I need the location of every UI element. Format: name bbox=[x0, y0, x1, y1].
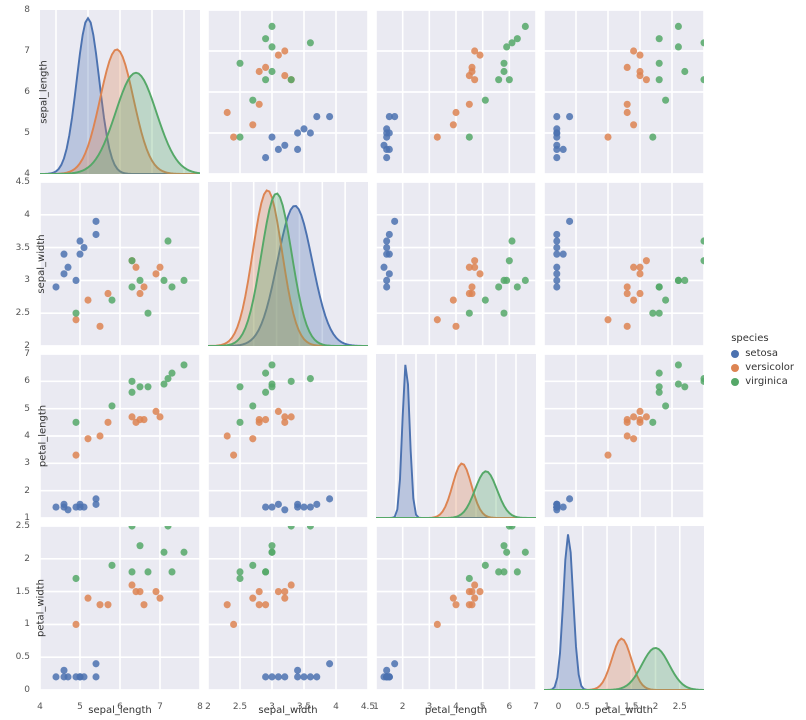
scatter-plot bbox=[40, 354, 200, 518]
scatter-plot bbox=[544, 182, 704, 346]
scatter-plot bbox=[544, 354, 704, 518]
x-tick: 4 bbox=[453, 702, 459, 712]
x-tick: 8 bbox=[197, 702, 203, 712]
panel-sepal_length-vs-petal_length bbox=[376, 10, 536, 174]
y-tick: 2.5 bbox=[16, 308, 30, 318]
kde-plot bbox=[208, 182, 368, 346]
legend-item-setosa: setosa bbox=[731, 348, 794, 359]
legend-item-virginica: virginica bbox=[731, 376, 794, 387]
y-tick: 2 bbox=[24, 554, 30, 564]
y-tick: 6 bbox=[24, 87, 30, 97]
legend-swatch-versicolor bbox=[731, 364, 739, 372]
x-tick: 2.5 bbox=[673, 702, 687, 712]
y-tick: 4 bbox=[24, 210, 30, 220]
y-tick: 3.5 bbox=[16, 243, 30, 253]
x-tick: 2.5 bbox=[233, 702, 247, 712]
scatter-plot bbox=[208, 354, 368, 518]
x-tick: 2 bbox=[653, 702, 659, 712]
panel-sepal_width-vs-petal_width bbox=[544, 182, 704, 346]
panel-sepal_length-vs-petal_width bbox=[544, 10, 704, 174]
pairplot-figure: sepal_length45678sepal_width22.533.544.5… bbox=[0, 0, 806, 720]
y-tick: 4.5 bbox=[16, 177, 30, 187]
scatter-plot bbox=[376, 526, 536, 690]
legend-swatch-virginica bbox=[731, 378, 739, 386]
x-tick: 6 bbox=[117, 702, 123, 712]
legend-item-versicolor: versicolor bbox=[731, 362, 794, 373]
y-tick: 5 bbox=[24, 128, 30, 138]
panel-petal_width-vs-sepal_length: petal_width00.511.522.5sepal_length45678 bbox=[40, 526, 200, 690]
x-tick: 2 bbox=[205, 702, 211, 712]
panel-petal_length-vs-sepal_width bbox=[208, 354, 368, 518]
panel-sepal_width-vs-sepal_length: sepal_width22.533.544.5 bbox=[40, 182, 200, 346]
y-tick: 4 bbox=[24, 431, 30, 441]
x-tick: 4 bbox=[333, 702, 339, 712]
legend-label: versicolor bbox=[745, 362, 794, 373]
scatter-plot bbox=[40, 526, 200, 690]
x-tick: 5 bbox=[77, 702, 83, 712]
scatter-plot bbox=[40, 182, 200, 346]
panel-petal_length-vs-petal_length bbox=[376, 354, 536, 518]
x-tick: 7 bbox=[157, 702, 163, 712]
kde-plot bbox=[544, 526, 704, 690]
y-tick: 3 bbox=[24, 458, 30, 468]
scatter-plot bbox=[208, 526, 368, 690]
x-tick: 3 bbox=[269, 702, 275, 712]
panel-petal_length-vs-petal_width bbox=[544, 354, 704, 518]
panel-petal_width-vs-petal_length: petal_length1234567 bbox=[376, 526, 536, 690]
y-tick: 2 bbox=[24, 486, 30, 496]
scatter-plot bbox=[376, 10, 536, 174]
y-axis-label: petal_length bbox=[38, 405, 49, 467]
y-tick: 0 bbox=[24, 685, 30, 695]
panel-sepal_width-vs-petal_length bbox=[376, 182, 536, 346]
y-tick: 6 bbox=[24, 376, 30, 386]
y-axis-label: petal_width bbox=[35, 579, 46, 637]
legend: species setosa versicolor virginica bbox=[731, 333, 794, 387]
y-tick: 1.5 bbox=[16, 587, 30, 597]
y-tick: 1 bbox=[24, 619, 30, 629]
y-tick: 7 bbox=[24, 46, 30, 56]
y-tick: 2.5 bbox=[16, 521, 30, 531]
y-tick: 0.5 bbox=[16, 652, 30, 662]
x-tick: 6 bbox=[506, 702, 512, 712]
x-tick: 0.5 bbox=[576, 702, 590, 712]
legend-title: species bbox=[731, 333, 794, 344]
legend-swatch-setosa bbox=[731, 350, 739, 358]
y-axis-label: sepal_width bbox=[36, 234, 47, 293]
scatter-plot bbox=[208, 10, 368, 174]
x-tick: 1 bbox=[604, 702, 610, 712]
panel-sepal_width-vs-sepal_width bbox=[208, 182, 368, 346]
legend-label: setosa bbox=[745, 348, 778, 359]
y-tick: 8 bbox=[24, 5, 30, 15]
scatter-plot bbox=[376, 182, 536, 346]
panel-sepal_length-vs-sepal_length: sepal_length45678 bbox=[40, 10, 200, 174]
pairplot-grid: sepal_length45678sepal_width22.533.544.5… bbox=[40, 10, 704, 690]
x-tick: 3 bbox=[426, 702, 432, 712]
x-tick: 5 bbox=[480, 702, 486, 712]
panel-sepal_length-vs-sepal_width bbox=[208, 10, 368, 174]
x-tick: 4 bbox=[37, 702, 43, 712]
kde-plot bbox=[376, 354, 536, 518]
y-tick: 5 bbox=[24, 404, 30, 414]
y-axis-label: sepal_length bbox=[38, 60, 49, 124]
y-tick: 7 bbox=[24, 349, 30, 359]
panel-petal_width-vs-sepal_width: sepal_width22.533.544.5 bbox=[208, 526, 368, 690]
x-tick: 1.5 bbox=[624, 702, 638, 712]
x-tick: 7 bbox=[533, 702, 539, 712]
legend-label: virginica bbox=[745, 376, 788, 387]
kde-plot bbox=[40, 10, 200, 174]
panel-petal_length-vs-sepal_length: petal_length1234567 bbox=[40, 354, 200, 518]
x-tick: 0 bbox=[556, 702, 562, 712]
scatter-plot bbox=[544, 10, 704, 174]
panel-petal_width-vs-petal_width: petal_width00.511.522.5 bbox=[544, 526, 704, 690]
x-tick: 2 bbox=[400, 702, 406, 712]
x-tick: 3.5 bbox=[297, 702, 311, 712]
y-tick: 3 bbox=[24, 275, 30, 285]
x-tick: 1 bbox=[373, 702, 379, 712]
